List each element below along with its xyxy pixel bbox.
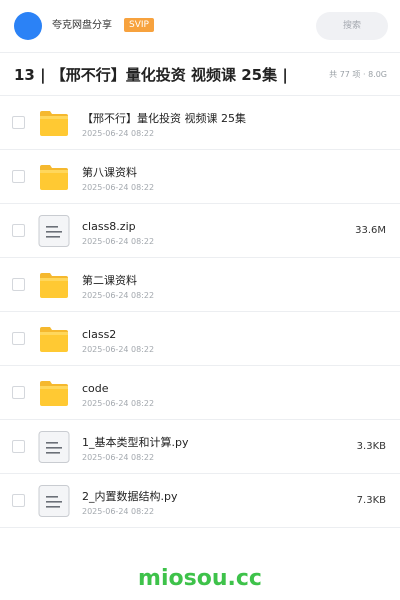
file-name: class8.zip <box>82 220 136 233</box>
file-date: 2025-06-24 08:22 <box>82 129 155 138</box>
row-checkbox[interactable] <box>12 386 25 399</box>
row-checkbox[interactable] <box>12 494 25 507</box>
file-name: class2 <box>82 328 117 341</box>
row-checkbox[interactable] <box>12 224 25 237</box>
file-date: 2025-06-24 08:22 <box>82 291 155 300</box>
file-size: 3.3KB <box>356 441 386 452</box>
folder-summary: 共 77 项 · 8.0G <box>329 70 387 79</box>
top-bar: 夸克网盘分享 SVIP 搜索 <box>0 0 400 52</box>
folder-icon <box>38 377 70 409</box>
row-checkbox[interactable] <box>12 116 25 129</box>
row-checkbox[interactable] <box>12 332 25 345</box>
file-row[interactable]: code 2025-06-24 08:22 <box>0 366 400 420</box>
file-name: 第八课资料 <box>82 166 137 179</box>
file-date: 2025-06-24 08:22 <box>82 453 155 462</box>
row-checkbox[interactable] <box>12 440 25 453</box>
file-date: 2025-06-24 08:22 <box>82 345 155 354</box>
avatar[interactable] <box>14 12 42 40</box>
file-name: 1_基本类型和计算.py <box>82 436 189 449</box>
file-icon <box>38 485 70 517</box>
file-list: 【邢不行】量化投资 视频课 25集 2025-06-24 08:22 第八课资料 20… <box>0 96 400 528</box>
file-name: 第二课资料 <box>82 274 137 287</box>
file-size: 7.3KB <box>356 495 386 506</box>
file-date: 2025-06-24 08:22 <box>82 183 155 192</box>
watermark-brand: miosou.cc <box>138 566 262 591</box>
file-icon <box>38 431 70 463</box>
file-icon <box>38 215 70 247</box>
file-date: 2025-06-24 08:22 <box>82 399 155 408</box>
file-date: 2025-06-24 08:22 <box>82 507 155 516</box>
file-name: 2_内置数据结构.py <box>82 490 178 503</box>
file-name: code <box>82 382 109 395</box>
folder-header: 13 | 【邢不行】量化投资 视频课 25集 | 共 77 项 · 8.0G <box>0 52 400 96</box>
folder-icon <box>38 269 70 301</box>
row-checkbox[interactable] <box>12 278 25 291</box>
vip-badge: SVIP <box>124 18 154 32</box>
folder-icon <box>38 161 70 193</box>
row-checkbox[interactable] <box>12 170 25 183</box>
folder-icon <box>38 107 70 139</box>
file-row[interactable]: 1_基本类型和计算.py 2025-06-24 08:22 3.3KB <box>0 420 400 474</box>
file-name: 【邢不行】量化投资 视频课 25集 <box>82 112 246 125</box>
file-row[interactable]: 2_内置数据结构.py 2025-06-24 08:22 7.3KB <box>0 474 400 528</box>
file-row[interactable]: class8.zip 2025-06-24 08:22 33.6M <box>0 204 400 258</box>
file-row[interactable]: 【邢不行】量化投资 视频课 25集 2025-06-24 08:22 <box>0 96 400 150</box>
file-row[interactable]: 第二课资料 2025-06-24 08:22 <box>0 258 400 312</box>
file-row[interactable]: 第八课资料 2025-06-24 08:22 <box>0 150 400 204</box>
search-button[interactable]: 搜索 <box>316 12 388 40</box>
file-size: 33.6M <box>355 225 386 236</box>
page-title: 13 | 【邢不行】量化投资 视频课 25集 | <box>14 66 288 84</box>
folder-icon <box>38 323 70 355</box>
file-date: 2025-06-24 08:22 <box>82 237 155 246</box>
user-name: 夸克网盘分享 <box>52 20 112 31</box>
file-row[interactable]: class2 2025-06-24 08:22 <box>0 312 400 366</box>
